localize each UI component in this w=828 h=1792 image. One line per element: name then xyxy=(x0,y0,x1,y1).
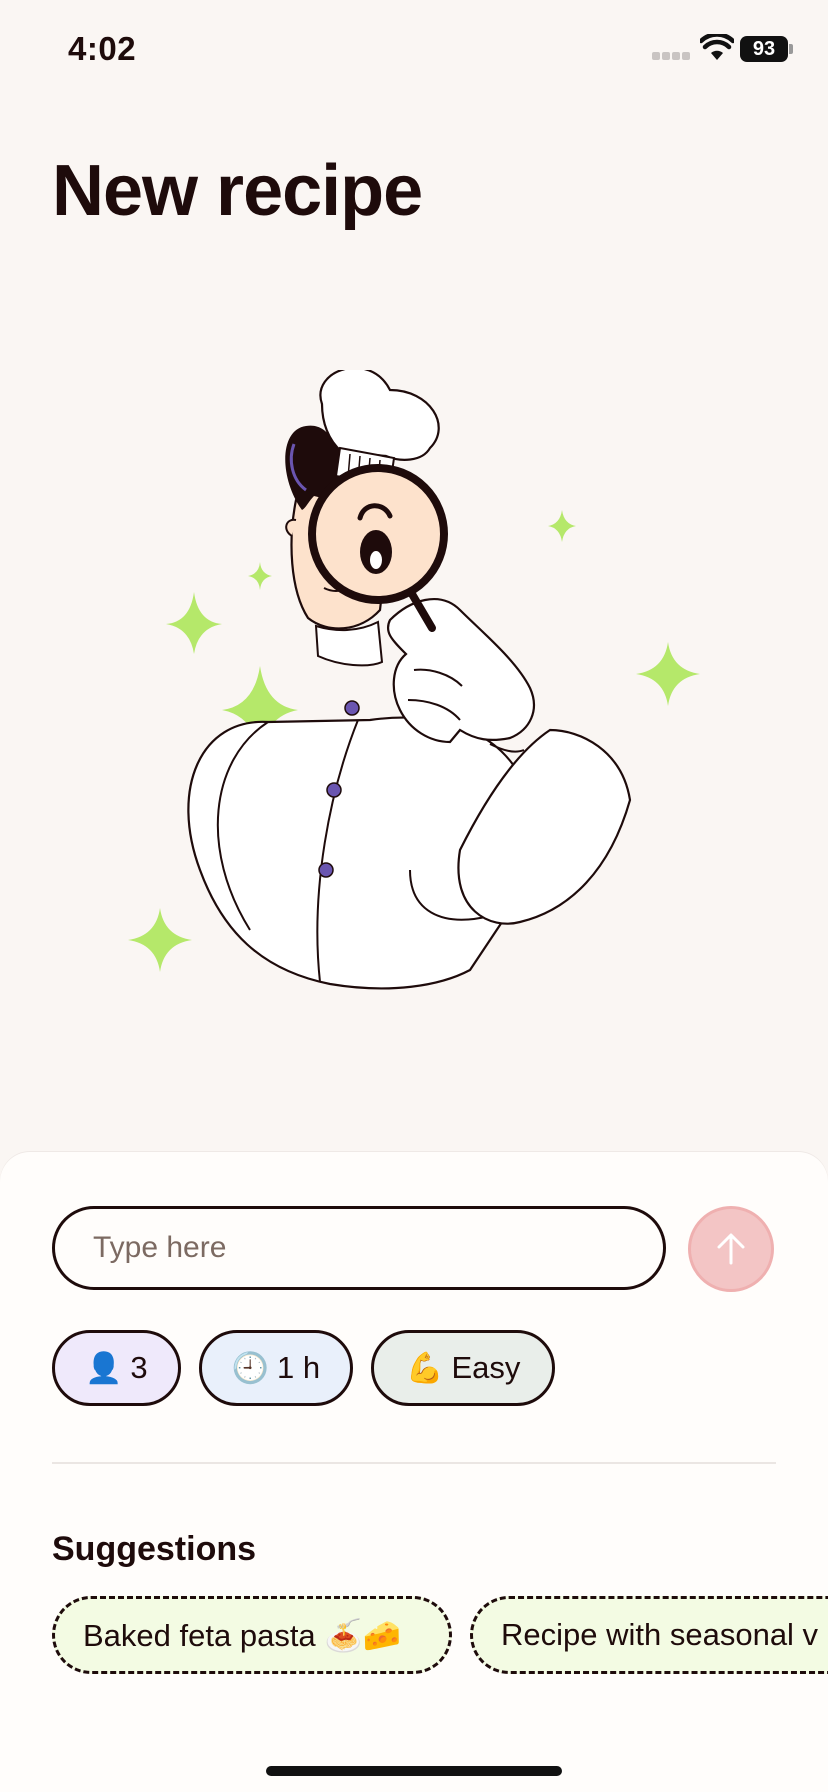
suggestions-title: Suggestions xyxy=(52,1530,257,1568)
send-button[interactable] xyxy=(688,1206,774,1292)
home-indicator xyxy=(266,1766,562,1776)
clock-icon: 🕘 xyxy=(231,1351,269,1385)
chef-illustration xyxy=(128,370,700,990)
status-bar: 4:02 93 xyxy=(0,0,828,100)
person-icon: 👤 xyxy=(85,1351,123,1385)
battery-nub xyxy=(789,44,793,54)
suggestion-chip[interactable]: Baked feta pasta 🍝🧀 xyxy=(52,1596,452,1674)
arrow-up-icon xyxy=(717,1233,745,1265)
difficulty-chip[interactable]: 💪 Easy xyxy=(371,1330,556,1406)
difficulty-value: Easy xyxy=(451,1350,521,1385)
page-title: New recipe xyxy=(52,151,423,231)
recipe-prompt-input[interactable] xyxy=(52,1206,666,1290)
wifi-icon xyxy=(700,34,734,60)
suggestions-list: Baked feta pasta 🍝🧀 Recipe with seasonal… xyxy=(52,1596,828,1674)
cellular-signal-icon xyxy=(652,52,692,62)
time-chip[interactable]: 🕘 1 h xyxy=(198,1330,354,1406)
time-value: 1 h xyxy=(276,1350,321,1385)
flexed-biceps-icon: 💪 xyxy=(406,1351,444,1385)
servings-chip[interactable]: 👤 3 xyxy=(52,1330,181,1406)
status-time: 4:02 xyxy=(68,30,137,67)
divider xyxy=(52,1462,776,1464)
battery-icon: 93 xyxy=(740,36,788,62)
suggestion-chip[interactable]: Recipe with seasonal v xyxy=(470,1596,828,1674)
servings-value: 3 xyxy=(130,1350,148,1385)
recipe-options: 👤 3 🕘 1 h 💪 Easy xyxy=(52,1330,556,1406)
